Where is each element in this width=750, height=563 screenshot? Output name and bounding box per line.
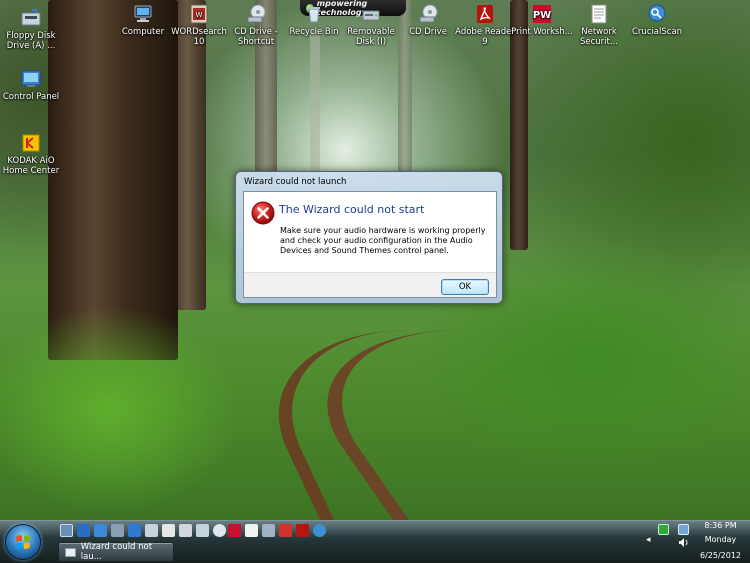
quick-launch-app-icon[interactable] (262, 524, 275, 537)
windows-logo-icon (16, 534, 30, 550)
error-icon (251, 201, 275, 225)
ok-button[interactable]: OK (441, 279, 489, 295)
desktop-icon-wordsearch[interactable]: W WORDsearch 10 (168, 3, 230, 47)
quick-launch-adobe-icon[interactable] (296, 524, 309, 537)
desktop-icon-label: Adobe Reader 9 (455, 27, 515, 47)
print-workshop-icon: PW (533, 5, 551, 23)
clock-date: 6/25/2012 (699, 551, 742, 560)
quick-launch-document-icon[interactable] (245, 524, 258, 537)
desktop-icon-label: Print Worksh... (511, 27, 573, 37)
quick-launch-printer-icon[interactable] (162, 524, 175, 537)
speaker-icon (679, 538, 688, 547)
quick-launch-drive-icon[interactable] (145, 524, 158, 537)
tray-security-check-icon[interactable] (658, 524, 669, 535)
desktop-icon-label: Recycle Bin (289, 27, 339, 37)
desktop-icon-label: CrucialScan (631, 27, 683, 37)
floppy-drive-icon (21, 9, 41, 26)
tray-volume-icon[interactable] (678, 537, 689, 548)
window-icon (65, 547, 76, 557)
quick-launch-crucialscan-icon[interactable] (313, 524, 326, 537)
quick-launch-recycle-icon[interactable] (196, 524, 209, 537)
desktop-icon-removable-disk[interactable]: Removable Disk (I) (340, 3, 402, 47)
desktop-icon-label: Control Panel (2, 92, 60, 102)
quick-launch-ie-icon[interactable] (77, 524, 90, 537)
svg-text:W: W (196, 11, 203, 19)
quick-launch-computer-icon[interactable] (111, 524, 124, 537)
removable-disk-icon (362, 10, 380, 21)
clock-day: Monday (704, 535, 737, 544)
adobe-reader-icon (477, 5, 493, 23)
clock-time[interactable]: 8:36 PM (693, 521, 748, 531)
desktop-icon-label: Floppy Disk Drive (A) ... (6, 31, 56, 51)
cd-drive-icon (419, 4, 438, 23)
dialog-body: The Wizard could not start Make sure you… (243, 191, 497, 298)
document-icon (591, 4, 607, 24)
quick-launch-window-icon[interactable] (94, 524, 107, 537)
recycle-bin-icon (308, 7, 320, 23)
desktop-icon-print-workshop[interactable]: PW Print Worksh... (511, 3, 573, 37)
taskbar-button-label: Wizard could not lau... (80, 542, 153, 562)
dialog-message: Make sure your audio hardware is working… (280, 226, 486, 255)
svg-text:PW: PW (533, 10, 551, 21)
desktop-icon-cd-shortcut[interactable]: CD Drive - Shortcut (225, 3, 287, 47)
desktop-icon-kodak[interactable]: KODAK AiO Home Center (0, 132, 62, 176)
quick-launch-drive2-icon[interactable] (179, 524, 192, 537)
taskbar-button-wizard[interactable]: Wizard could not lau... (58, 542, 174, 562)
taskbar: Wizard could not lau... (0, 520, 750, 563)
quick-launch-network-icon[interactable] (128, 524, 141, 537)
desktop-icon-network-security[interactable]: Network Securit... (568, 3, 630, 47)
crucialscan-icon (648, 4, 666, 22)
start-button[interactable] (5, 524, 41, 560)
desktop-icon-label: CD Drive (409, 27, 447, 37)
quick-launch-app2-icon[interactable] (279, 524, 292, 537)
kodak-icon (22, 134, 40, 152)
dialog-content: The Wizard could not start Make sure you… (244, 192, 496, 272)
tray-network-icon[interactable] (678, 524, 689, 535)
desktop-icon-label: WORDsearch 10 (171, 27, 227, 47)
control-panel-icon (21, 70, 41, 87)
desktop-icon-control-panel[interactable]: Control Panel (0, 68, 62, 102)
dialog-heading: The Wizard could not start (279, 203, 425, 216)
desktop-icon-label: CD Drive - Shortcut (234, 27, 278, 47)
quick-launch-cd-icon[interactable] (213, 524, 226, 537)
quick-launch-show-desktop-icon[interactable] (60, 524, 73, 537)
computer-icon (134, 5, 152, 22)
desktop-icon-floppy[interactable]: Floppy Disk Drive (A) ... (0, 7, 62, 51)
desktop-icon-recycle-bin[interactable]: Recycle Bin (283, 3, 345, 37)
wordsearch-icon: W (190, 4, 208, 24)
error-dialog[interactable]: Wizard could not launch The Wizard could… (235, 171, 503, 304)
dialog-footer: OK (244, 272, 496, 297)
cd-drive-icon (247, 4, 266, 23)
desktop-icon-label: Network Securit... (580, 27, 618, 47)
desktop-icon-crucialscan[interactable]: CrucialScan (626, 3, 688, 37)
desktop-icon-label: Computer (121, 27, 165, 37)
desktop-icon-cd-drive[interactable]: CD Drive (397, 3, 459, 37)
desktop-icon-computer[interactable]: Computer (112, 3, 174, 37)
tray-show-hidden-icon[interactable]: ◂ (646, 535, 651, 545)
desktop-icon-label: KODAK AiO Home Center (2, 156, 60, 176)
desktop-icon-label: Removable Disk (I) (347, 27, 395, 47)
dialog-title: Wizard could not launch (244, 177, 347, 187)
desktop-icon-adobe-reader[interactable]: Adobe Reader 9 (454, 3, 516, 47)
quick-launch-print-workshop-icon[interactable] (228, 524, 241, 537)
